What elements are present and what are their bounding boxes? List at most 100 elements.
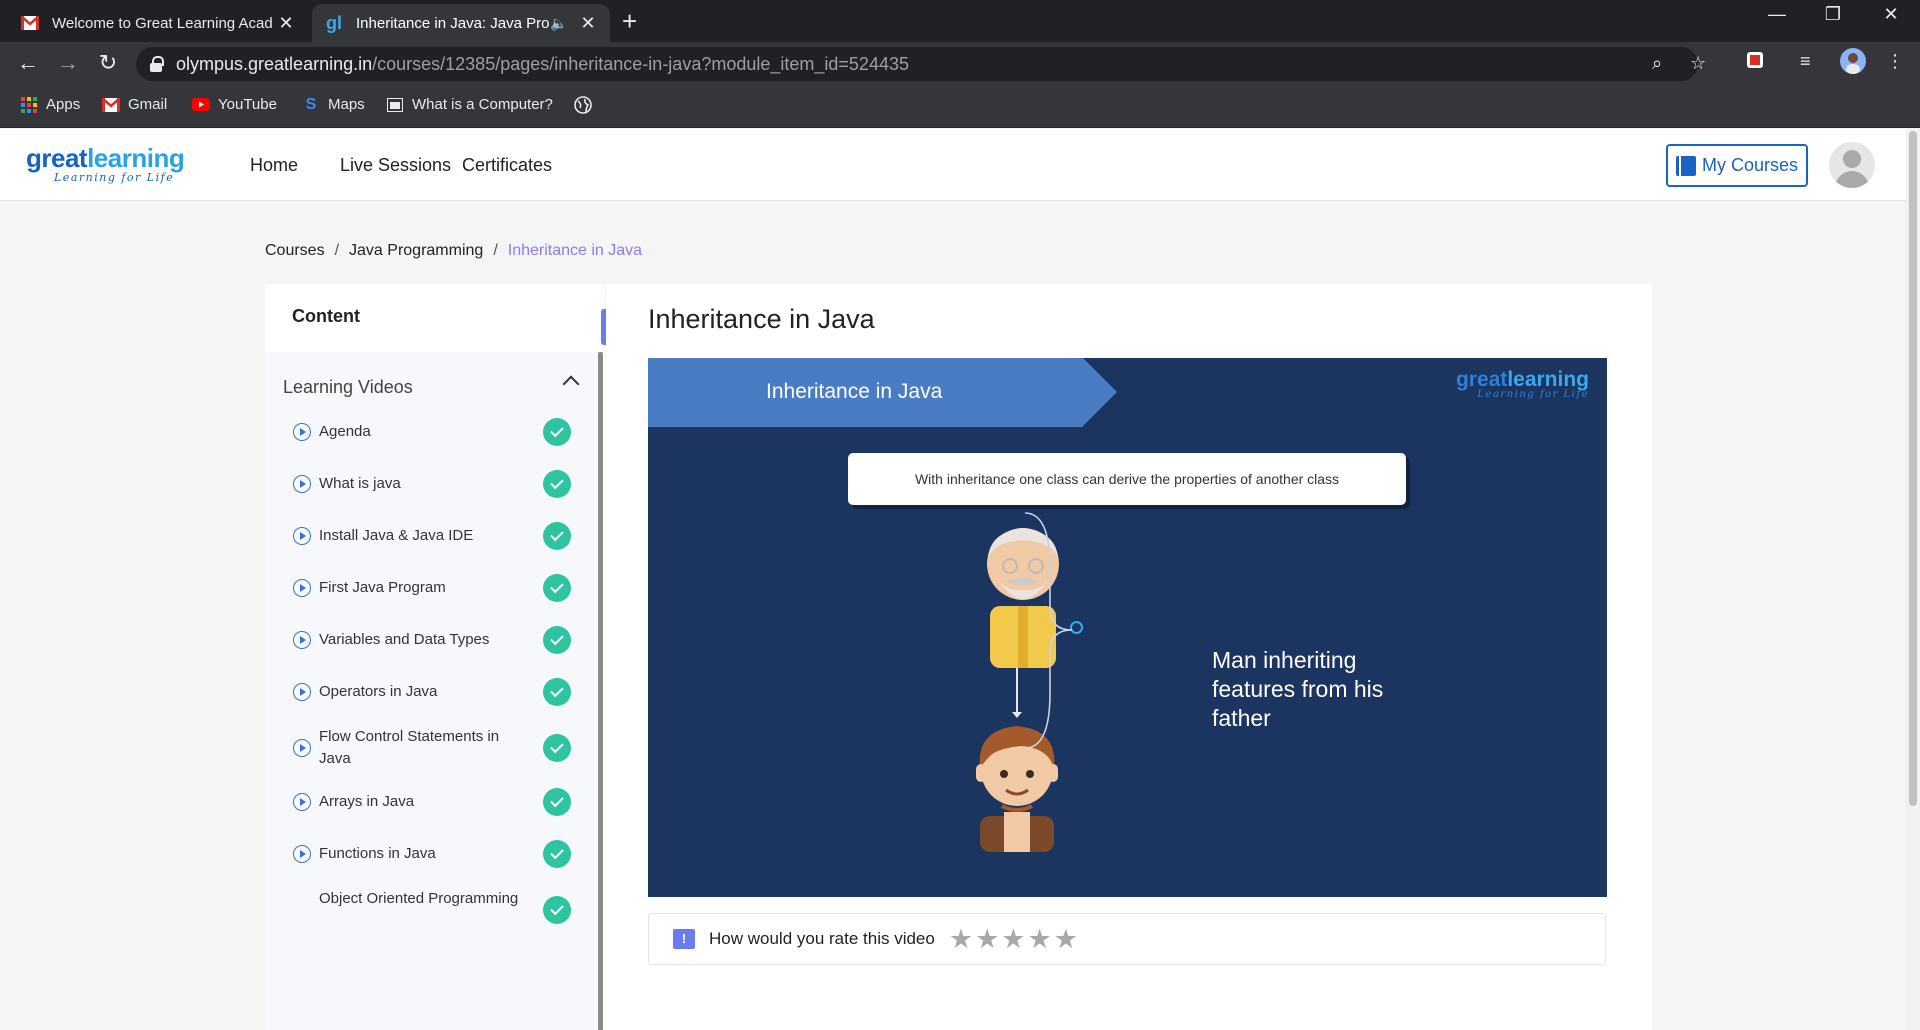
bookmark-label: YouTube [218,96,277,113]
main-content: Inheritance in Java Inheritance in Java … [606,284,1652,1030]
video-rating-bar: ! How would you rate this video ★ ★ ★ ★ … [648,913,1606,965]
breadcrumb-separator: / [334,242,340,259]
bookmark-maps[interactable]: S Maps [302,95,365,114]
browser-tab-gmail[interactable]: Welcome to Great Learning Acad ✕ [8,4,308,42]
minimize-icon[interactable]: — [1752,4,1802,25]
reload-icon[interactable]: ↻ [94,50,122,76]
menu-dots-icon[interactable]: ⋮ [1886,51,1904,72]
slide-logo-text-a: great [1455,368,1508,391]
address-bar[interactable]: olympus.greatlearning.in/courses/12385/p… [136,47,1706,81]
youtube-icon [192,97,210,113]
forward-icon[interactable]: → [54,50,82,76]
page-scrollbar[interactable] [1906,129,1920,1030]
bookmark-youtube[interactable]: YouTube [192,96,277,113]
tab-title: Inheritance in Java: Java Prog [356,14,550,32]
profile-avatar[interactable] [1840,48,1866,79]
breadcrumb: Courses / Java Programming / Inheritance… [265,242,642,260]
restore-icon[interactable]: ❐ [1808,4,1858,25]
lesson-item[interactable]: Install Java & Java IDE [293,522,583,550]
my-courses-label: My Courses [1701,155,1799,175]
breadcrumb-courses[interactable]: Courses [265,242,325,260]
site-header: greatlearning Learning for Life Home Liv… [0,129,1906,201]
page-title: Inheritance in Java [648,304,875,334]
bookmark-apps[interactable]: Apps [20,96,80,113]
star-rating-5[interactable]: ★ [1054,924,1078,955]
bookmarks-bar: Apps Gmail YouTube S Maps What is a Comp… [0,86,1920,128]
chevron-up-icon[interactable] [562,375,580,393]
video-player[interactable]: Inheritance in Java greatlearning Learni… [648,358,1607,897]
close-icon[interactable]: ✕ [276,13,296,34]
book-icon [1675,155,1696,176]
slide-logo: greatlearning Learning for Life [1456,368,1589,400]
curly-brace [1024,512,1073,749]
globe-icon[interactable] [574,96,592,114]
computer-page-icon [386,97,404,113]
close-icon[interactable]: ✕ [578,13,598,34]
nav-home[interactable]: Home [250,155,298,176]
star-rating-4[interactable]: ★ [1028,924,1052,955]
breadcrumb-java-programming[interactable]: Java Programming [349,242,483,260]
user-avatar[interactable] [1829,142,1875,188]
page: greatlearning Learning for Life Home Liv… [0,129,1906,1030]
lesson-item[interactable]: What is java [293,470,583,498]
breadcrumb-separator: / [493,242,498,259]
lesson-title: Operators in Java [319,683,438,700]
lesson-title: Arrays in Java [319,793,415,810]
rating-prompt: How would you rate this video [709,929,935,948]
star-rating-3[interactable]: ★ [1001,924,1025,955]
lesson-item[interactable]: Functions in Java [293,840,583,868]
gmail-icon [20,15,40,31]
speaker-icon[interactable]: 🔈 [550,15,570,32]
tab-title: Welcome to Great Learning Acad [52,14,273,32]
lesson-title: Object Oriented Programming [319,890,519,907]
check-complete-icon [543,626,571,654]
lesson-item[interactable]: Agenda [293,418,583,446]
browser-tab-inheritance[interactable]: gl Inheritance in Java: Java Prog 🔈 ✕ [312,4,610,42]
nav-certificates[interactable]: Certificates [462,155,552,176]
lesson-item[interactable]: Flow Control Statements in Java [293,726,583,770]
lesson-item[interactable]: Operators in Java [293,678,583,706]
greatlearning-logo[interactable]: greatlearning Learning for Life [26,143,185,184]
media-queue-icon[interactable]: ≡ [1800,51,1811,72]
maps-icon: S [305,95,317,113]
play-circle-icon [293,579,311,597]
bookmark-what-is-a-computer[interactable]: What is a Computer? [386,96,553,113]
lesson-title: Functions in Java [319,845,436,862]
star-rating-2[interactable]: ★ [975,924,999,955]
lesson-item[interactable]: Variables and Data Types [293,626,583,654]
nav-live-sessions[interactable]: Live Sessions [340,155,451,176]
close-window-icon[interactable]: ✕ [1866,4,1916,25]
extension-icon[interactable] [1746,51,1764,74]
new-tab-button[interactable]: + [622,6,637,37]
star-rating-1[interactable]: ★ [949,924,973,955]
lesson-item[interactable]: Object Oriented Programming [293,888,583,924]
inheritance-arrow [1012,668,1022,718]
play-circle-icon [293,423,311,441]
lesson-title: Flow Control Statements in Java [319,728,500,767]
star-bookmark-icon[interactable]: ☆ [1690,53,1706,74]
content-sidebar: Content Learning Videos Agenda What is j… [265,284,605,1030]
lock-icon [150,56,164,72]
slide-caption: Man inheriting features from his father [1212,647,1384,731]
slide-banner: Inheritance in Java [648,358,1117,427]
sidebar-scrollbar[interactable] [598,352,603,1030]
learning-videos-header[interactable]: Learning Videos [265,352,603,422]
lesson-item[interactable]: Arrays in Java [293,788,583,816]
browser-tabstrip: Welcome to Great Learning Acad ✕ gl Inhe… [0,0,1920,42]
lesson-title: Agenda [319,423,371,440]
check-complete-icon [543,678,571,706]
learning-videos-section: Learning Videos Agenda What is java Inst… [265,352,603,1030]
bookmark-label: Gmail [128,96,168,113]
check-complete-icon [543,418,571,446]
check-complete-icon [543,470,571,498]
check-complete-icon [543,788,571,816]
bookmark-gmail[interactable]: Gmail [102,96,167,113]
lesson-title: Variables and Data Types [319,631,490,648]
section-title: Learning Videos [283,376,413,397]
feedback-icon: ! [673,929,695,949]
logo-text-a: great [26,143,88,173]
lesson-item[interactable]: First Java Program [293,574,583,602]
search-icon[interactable]: ⌕ [1652,53,1662,74]
back-icon[interactable]: ← [14,50,42,76]
my-courses-button[interactable]: My Courses [1666,144,1808,187]
